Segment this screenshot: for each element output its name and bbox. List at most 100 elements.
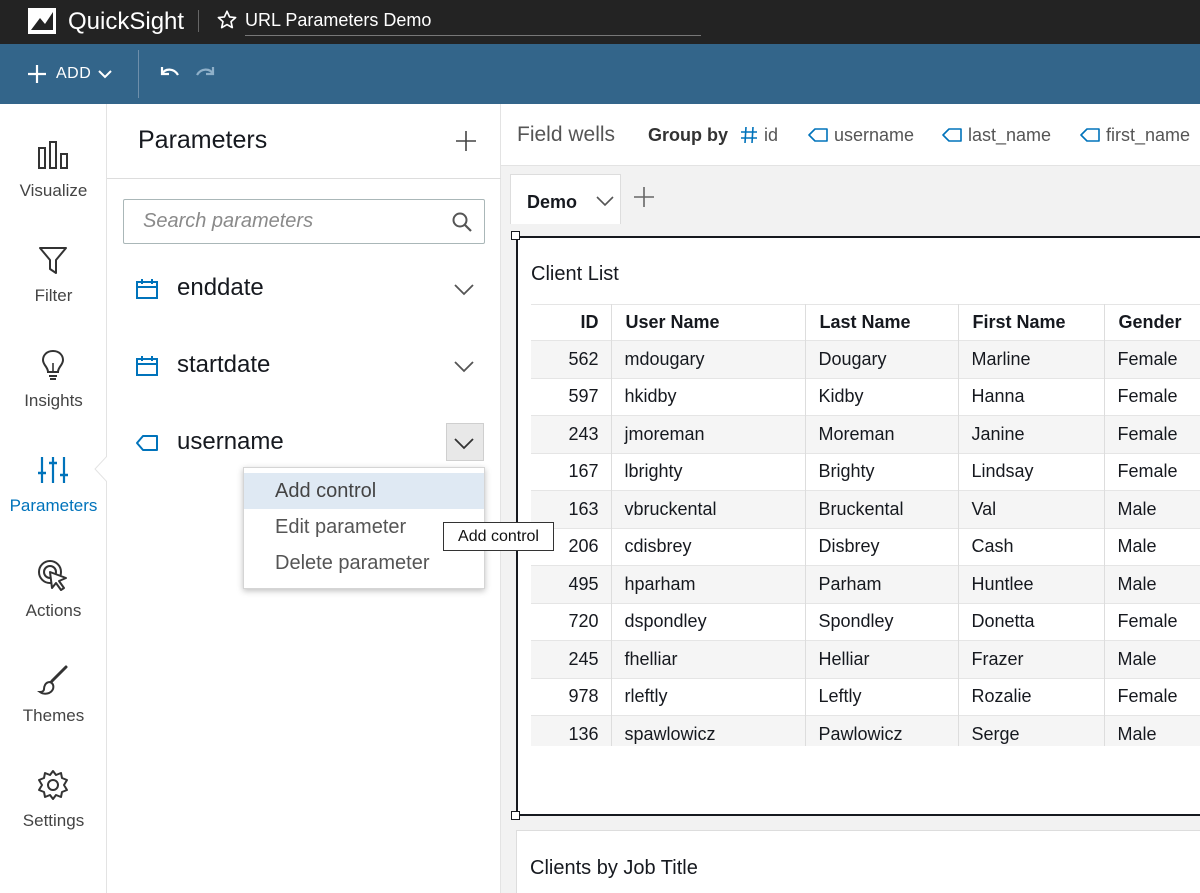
top-bar: QuickSight URL Parameters Demo — [0, 0, 1200, 44]
field-wells-title[interactable]: Field wells — [517, 123, 615, 147]
table-row[interactable]: 136 spawlowicz Pawlowicz Serge Male — [531, 715, 1200, 746]
field-wells[interactable]: Field wells Group by id username last_na… — [501, 104, 1200, 166]
column-header-user-name[interactable]: User Name — [611, 304, 806, 341]
add-button[interactable]: ADD — [26, 60, 121, 88]
app-brand: QuickSight — [68, 8, 185, 35]
cell-user-name: jmoreman — [611, 415, 806, 453]
cell-gender: Female — [1104, 677, 1200, 716]
table-row[interactable]: 206 cdisbrey Disbrey Cash Male — [531, 527, 1200, 566]
toolbar-separator — [138, 50, 139, 98]
cell-user-name: hkidby — [611, 377, 806, 416]
main-area: Field wells Group by id username last_na… — [501, 104, 1200, 893]
table-row[interactable]: 163 vbruckental Bruckental Val Male — [531, 490, 1200, 528]
table-row[interactable]: 978 rleftly Leftly Rozalie Female — [531, 677, 1200, 716]
lightbulb-icon — [41, 349, 65, 380]
cell-gender: Male — [1104, 490, 1200, 528]
visual-title: Clients by Job Title — [530, 857, 698, 879]
cell-user-name: fhelliar — [611, 640, 806, 678]
column-header-last-name[interactable]: Last Name — [805, 304, 959, 341]
cell-last-name: Dougary — [805, 340, 959, 378]
field-chip-username[interactable]: username — [808, 124, 914, 146]
nav-label: Insights — [24, 391, 83, 410]
plus-icon — [28, 65, 46, 83]
parameter-item-username[interactable]: username — [107, 418, 501, 468]
cell-last-name: Leftly — [805, 677, 959, 716]
parameter-item-startdate[interactable]: startdate — [107, 341, 501, 391]
cell-user-name: lbrighty — [611, 452, 806, 491]
nav-actions[interactable]: Actions — [0, 534, 107, 634]
visual-client-list[interactable]: Client List ID User Name Last Name First… — [516, 236, 1200, 816]
cell-gender: Female — [1104, 415, 1200, 453]
cell-user-name: hparham — [611, 565, 806, 603]
panel-title: Parameters — [138, 126, 268, 154]
table-row[interactable]: 562 mdougary Dougary Marline Female — [531, 340, 1200, 378]
add-sheet-icon[interactable] — [633, 186, 655, 208]
cell-user-name: cdisbrey — [611, 527, 806, 566]
column-header-gender[interactable]: Gender — [1104, 304, 1200, 341]
cell-user-name: spawlowicz — [611, 715, 806, 746]
parameter-name: enddate — [177, 274, 264, 301]
resize-handle[interactable] — [511, 811, 520, 820]
search-input[interactable] — [125, 201, 445, 242]
analysis-title[interactable]: URL Parameters Demo — [245, 10, 431, 31]
field-chip-label: last_name — [968, 124, 1052, 145]
visual-clients-by-job-title[interactable]: Clients by Job Title — [516, 830, 1200, 893]
resize-handle[interactable] — [511, 231, 520, 240]
redo-icon[interactable] — [194, 64, 218, 84]
table-row[interactable]: 720 dspondley Spondley Donetta Female — [531, 602, 1200, 641]
cell-user-name: mdougary — [611, 340, 806, 378]
cell-first-name: Cash — [958, 527, 1105, 566]
quicksight-logo-icon — [28, 8, 56, 34]
tag-icon — [136, 435, 158, 451]
parameter-item-enddate[interactable]: enddate — [107, 264, 501, 314]
column-header-id[interactable]: ID — [531, 304, 612, 341]
bar-chart-icon — [38, 141, 68, 169]
table-row[interactable]: 245 fhelliar Helliar Frazer Male — [531, 640, 1200, 678]
undo-icon[interactable] — [157, 64, 181, 84]
table-row[interactable]: 597 hkidby Kidby Hanna Female — [531, 377, 1200, 416]
cell-gender: Female — [1104, 377, 1200, 416]
cursor-click-icon — [38, 560, 67, 591]
table-row[interactable]: 495 hparham Parham Huntlee Male — [531, 565, 1200, 603]
field-chip-first-name[interactable]: first_name — [1080, 124, 1190, 146]
tag-icon — [1080, 128, 1100, 142]
chevron-down-icon[interactable] — [452, 432, 476, 454]
cell-last-name: Pawlowicz — [805, 715, 959, 746]
nav-insights[interactable]: Insights — [0, 324, 107, 424]
add-parameter-icon[interactable] — [454, 129, 478, 153]
nav-parameters[interactable]: Parameters — [0, 429, 107, 529]
nav-themes[interactable]: Themes — [0, 639, 107, 739]
chevron-down-icon[interactable] — [452, 278, 476, 300]
table-row[interactable]: 243 jmoreman Moreman Janine Female — [531, 415, 1200, 453]
field-chip-label: first_name — [1106, 124, 1191, 145]
chevron-down-icon[interactable] — [452, 355, 476, 377]
search-icon[interactable] — [451, 211, 473, 233]
parameter-name: startdate — [177, 351, 271, 378]
menu-item-add-control[interactable]: Add control — [244, 473, 484, 509]
cell-first-name: Serge — [958, 715, 1105, 746]
field-chip-last-name[interactable]: last_name — [942, 124, 1051, 146]
star-icon[interactable] — [216, 9, 238, 31]
panel-divider — [107, 178, 501, 179]
table-row[interactable]: 167 lbrighty Brighty Lindsay Female — [531, 452, 1200, 491]
nav-active-pointer — [94, 455, 108, 483]
cell-first-name: Janine — [958, 415, 1105, 453]
column-header-first-name[interactable]: First Name — [958, 304, 1105, 341]
gear-icon — [38, 770, 68, 800]
cell-gender: Male — [1104, 565, 1200, 603]
cell-gender: Male — [1104, 640, 1200, 678]
nav-filter[interactable]: Filter — [0, 219, 107, 319]
cell-user-name: vbruckental — [611, 490, 806, 528]
cell-last-name: Parham — [805, 565, 959, 603]
visual-title: Client List — [531, 263, 619, 285]
search-box — [123, 199, 485, 244]
brush-icon — [36, 665, 68, 695]
nav-settings[interactable]: Settings — [0, 744, 107, 844]
sheet-tab-demo[interactable]: Demo — [510, 174, 621, 224]
chevron-down-icon[interactable] — [595, 193, 615, 209]
cell-id: 136 — [531, 715, 612, 746]
cell-user-name: rleftly — [611, 677, 806, 716]
cell-id: 562 — [531, 340, 612, 378]
field-chip-id[interactable]: id — [740, 124, 778, 146]
nav-visualize[interactable]: Visualize — [0, 114, 107, 214]
